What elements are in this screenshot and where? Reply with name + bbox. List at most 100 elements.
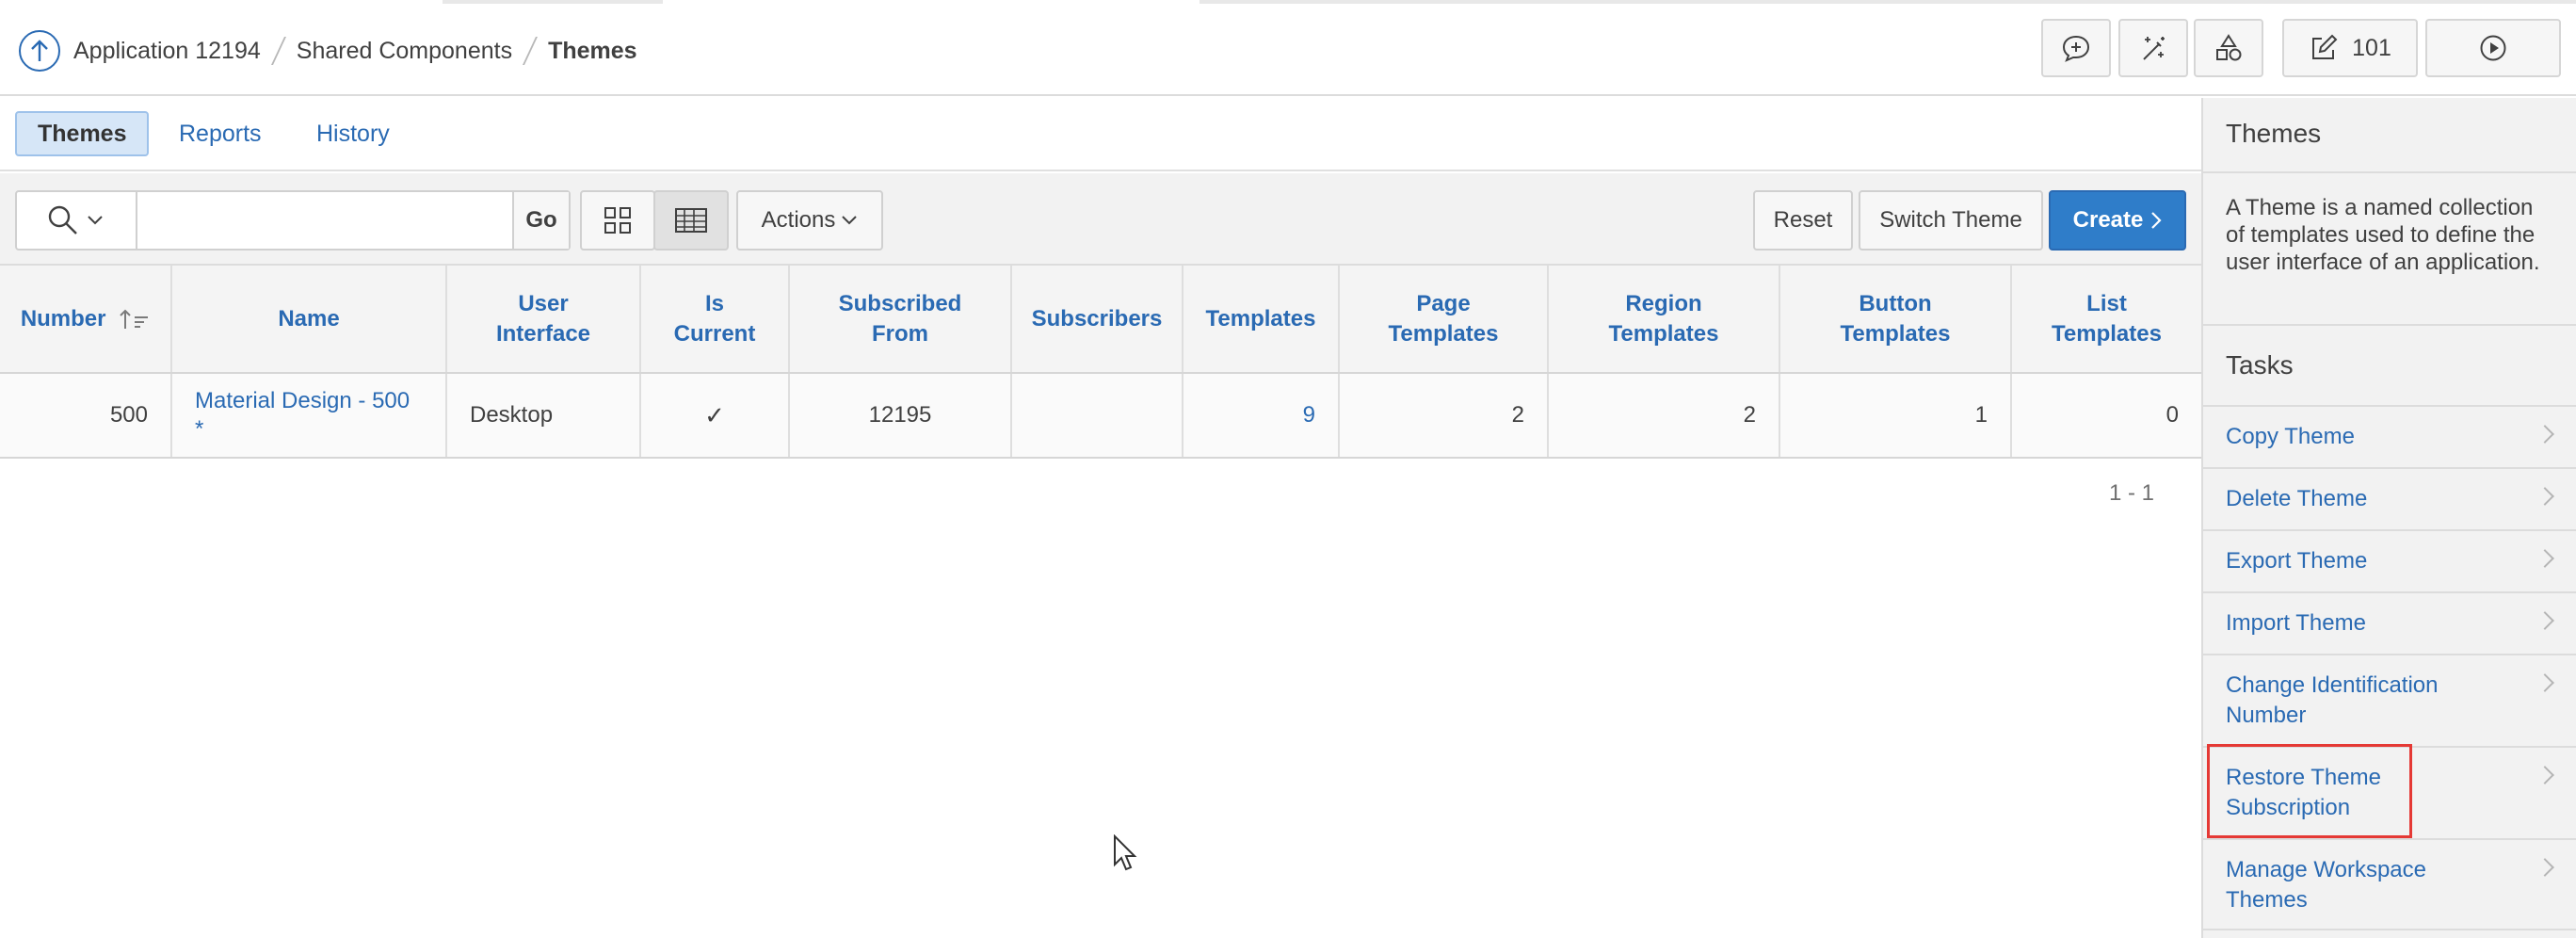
cell-user-interface: Desktop <box>446 373 641 459</box>
header-label: Templates <box>2052 320 2162 347</box>
tab-reports[interactable]: Reports <box>158 111 282 156</box>
cell-list-templates: 0 <box>2011 373 2201 459</box>
search-column-selector[interactable] <box>17 192 134 249</box>
mouse-cursor-icon <box>1114 834 1137 871</box>
report-view-button[interactable] <box>653 190 729 251</box>
chevron-right-icon <box>2536 425 2554 444</box>
header-label: Templates <box>1388 320 1499 347</box>
highlight-box <box>2207 744 2412 838</box>
header-label: User <box>518 290 569 316</box>
icon-view-button[interactable] <box>580 190 655 251</box>
side-panel-description: A Theme is a named collection of templat… <box>2203 171 2576 326</box>
play-icon <box>2480 35 2506 61</box>
switch-theme-button[interactable]: Switch Theme <box>1859 190 2043 251</box>
pagination-range: 1 - 1 <box>2109 480 2155 506</box>
task-manage-workspace-themes[interactable]: Manage Workspace Themes <box>2203 838 2576 930</box>
cell-page-templates: 2 <box>1339 373 1549 459</box>
task-label: Manage Workspace Themes <box>2226 857 2426 913</box>
breadcrumb-separator <box>523 37 539 65</box>
breadcrumb: Application 12194 Shared Components Them… <box>19 30 637 72</box>
breadcrumb-application[interactable]: Application 12194 <box>73 38 261 65</box>
header-label: Is <box>704 290 724 316</box>
search-input[interactable] <box>136 192 514 249</box>
cell-is-current: ✓ <box>640 373 790 459</box>
task-label: Change Identification Number <box>2226 672 2439 728</box>
templates-count-link[interactable]: 9 <box>1303 402 1315 428</box>
header-label: Subscribed <box>838 290 962 316</box>
actions-menu-button[interactable]: Actions <box>736 190 883 251</box>
chevron-down-icon <box>88 216 103 225</box>
create-label: Create <box>2072 207 2144 233</box>
breadcrumb-shared-components[interactable]: Shared Components <box>297 38 512 65</box>
cell-number: 500 <box>0 373 172 459</box>
task-delete-theme[interactable]: Delete Theme <box>2203 467 2576 529</box>
cell-name: Material Design - 500 * <box>171 373 447 459</box>
column-header-region-templates[interactable]: Region Templates <box>1548 266 1780 374</box>
column-header-subscribers[interactable]: Subscribers <box>1011 266 1183 374</box>
edit-page-button[interactable]: 101 <box>2282 19 2418 77</box>
tabs-bar: Themes Reports History <box>0 98 2201 171</box>
column-header-number[interactable]: Number <box>0 266 172 374</box>
navigate-up-button[interactable] <box>19 30 60 72</box>
task-import-theme[interactable]: Import Theme <box>2203 591 2576 654</box>
header-label: Current <box>673 320 756 347</box>
chevron-right-icon <box>2536 766 2554 784</box>
table-view-icon <box>675 208 707 233</box>
pencil-square-icon <box>2312 34 2338 59</box>
column-header-is-current[interactable]: Is Current <box>640 266 790 374</box>
header-top-stripe <box>0 0 2576 4</box>
header-label: Templates <box>1205 305 1316 332</box>
chevron-right-icon <box>2536 549 2554 568</box>
column-header-list-templates[interactable]: List Templates <box>2011 266 2201 374</box>
arrow-up-icon <box>31 40 48 61</box>
go-button[interactable]: Go <box>514 192 569 249</box>
header-label: Number <box>20 305 106 332</box>
chevron-right-icon <box>2151 212 2162 229</box>
table-row: 500 Material Design - 500 * Desktop ✓ 12… <box>0 373 2201 459</box>
column-header-button-templates[interactable]: Button Templates <box>1779 266 2012 374</box>
chevron-right-icon <box>2536 673 2554 692</box>
cell-subscribers <box>1011 373 1183 459</box>
chevron-right-icon <box>2536 611 2554 630</box>
task-label: Export Theme <box>2226 548 2368 574</box>
header-label: Page <box>1416 290 1471 316</box>
task-export-theme[interactable]: Export Theme <box>2203 529 2576 591</box>
app-header: Application 12194 Shared Components Them… <box>0 0 2576 96</box>
header-label: Interface <box>495 320 591 347</box>
grid-view-icon <box>604 207 631 234</box>
sort-ascending-icon <box>120 309 149 330</box>
column-header-templates[interactable]: Templates <box>1183 266 1340 374</box>
reset-button[interactable]: Reset <box>1753 190 1853 251</box>
column-header-subscribed-from[interactable]: Subscribed From <box>789 266 1012 374</box>
side-panel: Themes A Theme is a named collection of … <box>2201 98 2576 938</box>
column-header-user-interface[interactable]: User Interface <box>446 266 641 374</box>
task-change-identification-number[interactable]: Change Identification Number <box>2203 654 2576 746</box>
create-button[interactable]: Create <box>2049 190 2186 251</box>
header-label: Subscribers <box>1031 305 1163 332</box>
header-label: Button <box>1859 290 1932 316</box>
cell-subscribed-from: 12195 <box>789 373 1012 459</box>
column-header-name[interactable]: Name <box>171 266 447 374</box>
theme-name-link[interactable]: Material Design - 500 * <box>195 387 421 444</box>
chevron-down-icon <box>842 216 858 225</box>
run-page-button[interactable] <box>2425 19 2561 77</box>
cell-region-templates: 2 <box>1548 373 1780 459</box>
header-label: From <box>872 320 928 347</box>
task-copy-theme[interactable]: Copy Theme <box>2203 405 2576 467</box>
header-label: Name <box>278 305 340 332</box>
breadcrumb-themes: Themes <box>548 37 637 64</box>
add-comment-button[interactable] <box>2041 19 2111 77</box>
tasks-heading: Tasks <box>2226 350 2294 380</box>
header-label: List <box>2086 290 2127 316</box>
chevron-right-icon <box>2536 487 2554 506</box>
task-label: Import Theme <box>2226 610 2366 636</box>
shared-components-button[interactable] <box>2118 19 2188 77</box>
tab-themes[interactable]: Themes <box>15 111 150 156</box>
themes-report-table: Number Name User Interface Is Current Subs… <box>0 266 2201 459</box>
tab-history[interactable]: History <box>296 111 411 156</box>
cell-templates: 9 <box>1183 373 1340 459</box>
header-label: Templates <box>1608 320 1719 347</box>
page-number: 101 <box>2352 34 2391 61</box>
shapes-button[interactable] <box>2194 19 2263 77</box>
column-header-page-templates[interactable]: Page Templates <box>1339 266 1549 374</box>
